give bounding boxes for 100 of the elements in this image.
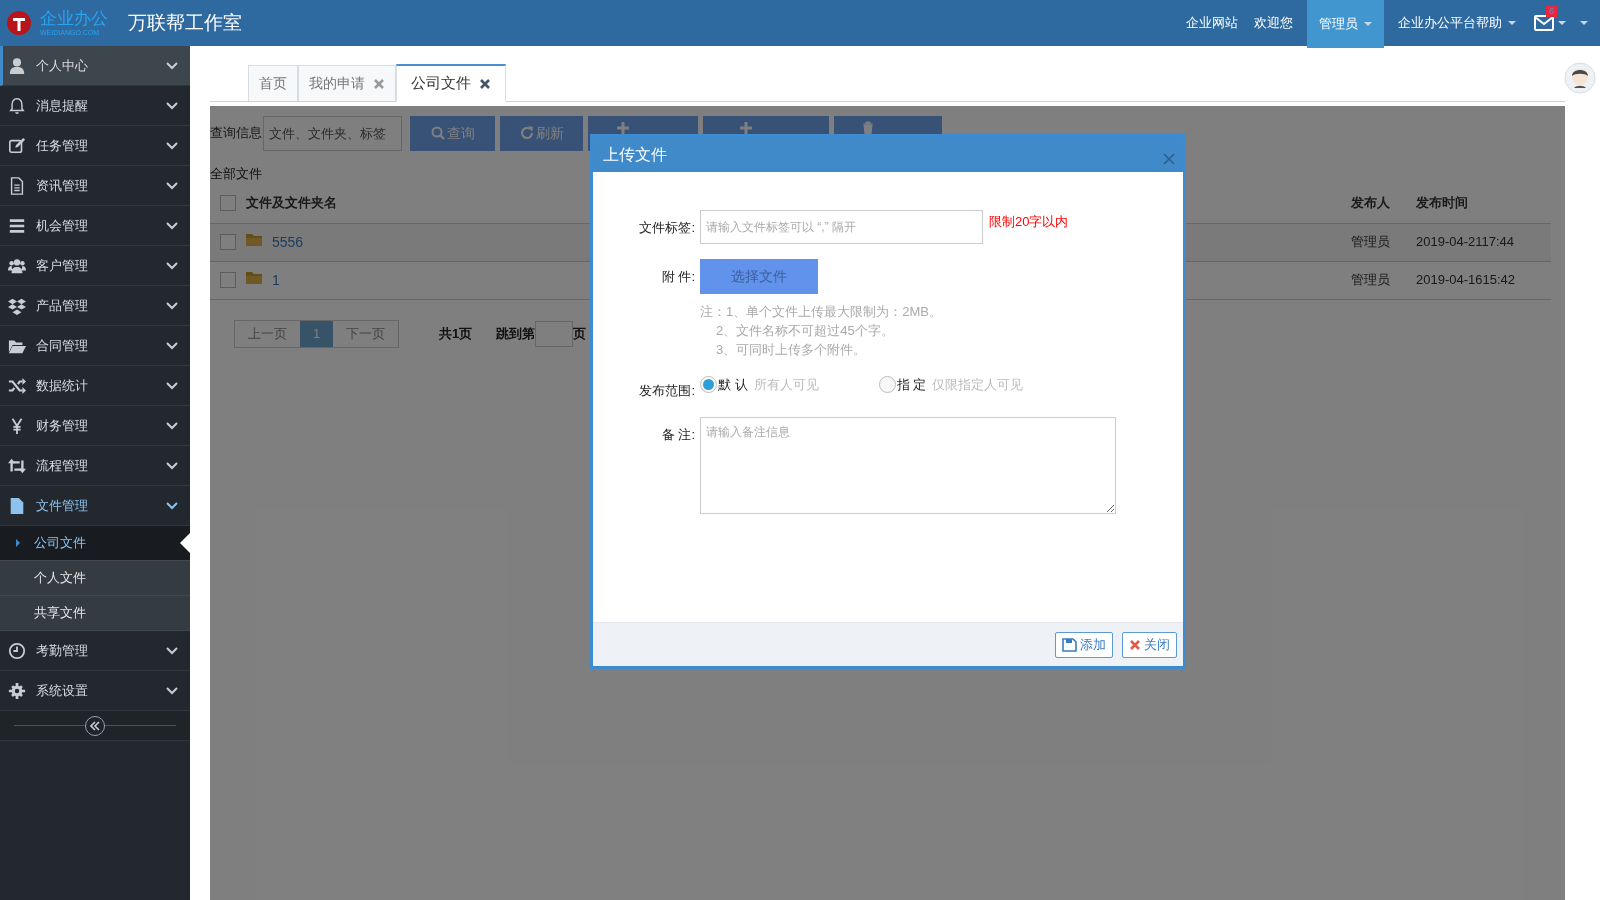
file-icon — [8, 496, 26, 515]
upload-note: 注：1、单个文件上传最大限制为：2MB。 — [700, 303, 942, 321]
chevron-icon — [166, 301, 178, 310]
caret-icon — [16, 539, 20, 547]
nav-link[interactable]: 企业网站 — [1178, 0, 1246, 46]
radio-description: 所有人可见 — [753, 376, 819, 394]
chevron-icon — [166, 341, 178, 350]
table-cell-text: 2019-04-2117:44 — [1416, 233, 1516, 252]
users-icon — [8, 256, 26, 275]
collapse-button[interactable] — [85, 715, 105, 736]
add-button[interactable]: 添加 — [1055, 631, 1113, 658]
submenu-item[interactable]: 公司文件 — [0, 526, 190, 561]
logo-text: 企业办公 — [40, 10, 108, 27]
notification-badge: 6 — [1546, 6, 1557, 17]
logo-icon — [6, 10, 32, 36]
chevron-icon — [166, 221, 178, 230]
radio-description: 仅限指定人可见 — [932, 376, 1024, 394]
field-label: 附 件: — [660, 267, 695, 286]
submenu-item[interactable]: 个人文件 — [0, 561, 190, 596]
jump-suffix: 页 — [573, 324, 587, 343]
upload-note: 3、可同时上传多个附件。 — [715, 341, 867, 359]
sidebar-item[interactable]: 流程管理 — [0, 446, 190, 486]
sidebar-item[interactable]: 资讯管理 — [0, 166, 190, 206]
search-field[interactable]: 文件、文件夹、标签 — [263, 115, 402, 151]
radio-label: 指 定 — [896, 376, 927, 394]
list-icon — [8, 216, 26, 235]
field-label: 发布范围: — [638, 382, 695, 400]
double-chevron-icon — [90, 720, 100, 731]
chevron-icon — [166, 381, 178, 390]
mail-icon — [1534, 14, 1554, 32]
table-cell-text: 管理员 — [1351, 271, 1391, 290]
tab[interactable]: 公司文件 — [396, 64, 506, 102]
edit-icon — [8, 136, 26, 155]
sidebar-item[interactable]: 机会管理 — [0, 206, 190, 246]
user-icon — [8, 56, 26, 75]
notch-icon — [180, 533, 190, 553]
chevron-icon — [166, 461, 178, 470]
field-label: 备 注: — [660, 425, 695, 444]
sidebar-item[interactable]: 消息提醒 — [0, 86, 190, 126]
chevron-icon — [166, 181, 178, 190]
document-icon — [8, 176, 26, 195]
boxes-icon — [8, 296, 26, 315]
page-input[interactable] — [535, 320, 574, 347]
bell-icon — [8, 96, 26, 115]
checkbox[interactable] — [220, 195, 236, 211]
sidebar-item[interactable]: 产品管理 — [0, 286, 190, 326]
chevron-icon — [166, 61, 178, 70]
checkbox[interactable] — [220, 234, 236, 250]
jump-label: 跳到第 — [496, 324, 536, 343]
refresh-icon — [519, 126, 534, 140]
breadcrumb: 全部文件 — [210, 165, 262, 183]
mail-button[interactable] — [1534, 14, 1566, 32]
chevron-icon — [166, 101, 178, 110]
close-dialog-button[interactable]: 关闭 — [1122, 631, 1177, 658]
field-label: 文件标签: — [638, 219, 695, 237]
close-icon — [1163, 152, 1175, 165]
caret-icon — [1580, 21, 1588, 25]
clock-icon — [8, 641, 26, 660]
sidebar-item[interactable]: 数据统计 — [0, 366, 190, 406]
sidebar-item[interactable]: 合同管理 — [0, 326, 190, 366]
remark-field[interactable]: 请输入备注信息 — [700, 416, 1116, 514]
limit-hint: 限制20字以内 — [989, 213, 1069, 231]
chevron-icon — [166, 141, 178, 150]
table-cell-text: 2019-04-1615:42 — [1416, 271, 1517, 290]
table-cell-text: 管理员 — [1351, 233, 1391, 252]
search-icon — [430, 126, 445, 140]
close-icon — [1129, 638, 1141, 651]
page-total: 共1页 — [439, 324, 473, 343]
radio-button[interactable] — [878, 376, 896, 394]
query-label: 查询信息 — [210, 124, 263, 143]
column-header: 文件及文件夹名 — [246, 194, 338, 213]
sidebar-item[interactable]: 考勤管理 — [0, 631, 190, 671]
sidebar-item[interactable]: 任务管理 — [0, 126, 190, 166]
submenu-item[interactable]: 共享文件 — [0, 596, 190, 631]
dialog-title: 上传文件 — [603, 144, 668, 165]
column-header: 发布时间 — [1416, 194, 1469, 213]
nav-link[interactable]: 企业办公平台帮助 — [1390, 0, 1524, 46]
chevron-icon — [166, 261, 178, 270]
sidebar-item[interactable]: 个人中心 — [0, 46, 190, 86]
chevron-icon — [166, 646, 178, 655]
shuffle-icon — [8, 376, 26, 395]
folder-icon — [246, 270, 262, 284]
app-title: 万联帮工作室 — [128, 10, 242, 35]
retweet-icon — [8, 456, 26, 475]
radio-label: 默 认 — [718, 376, 748, 394]
tag-input-field[interactable]: 请输入文件标签可以 “,” 隔开 — [700, 210, 983, 244]
folder-icon — [246, 232, 262, 246]
sidebar-item[interactable]: 客户管理 — [0, 246, 190, 286]
caret-icon — [1558, 21, 1566, 25]
sidebar-item[interactable]: 财务管理 — [0, 406, 190, 446]
chevron-icon — [166, 421, 178, 430]
tab[interactable]: 首页 — [248, 65, 298, 101]
close-button[interactable] — [1163, 152, 1175, 165]
radio-button[interactable] — [700, 376, 717, 394]
nav-link[interactable]: 欢迎您 — [1246, 0, 1301, 46]
column-header: 发布人 — [1351, 194, 1391, 213]
tab[interactable]: 我的申请 — [298, 65, 396, 101]
chevron-icon — [166, 686, 178, 695]
checkbox[interactable] — [220, 272, 236, 288]
avatar-icon — [1564, 62, 1596, 94]
